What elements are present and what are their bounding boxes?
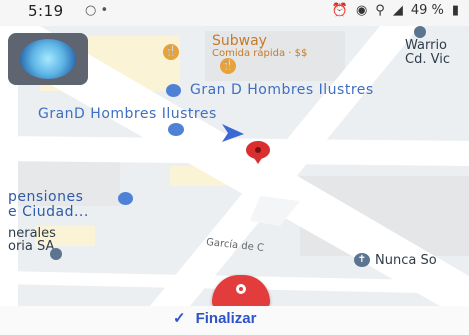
poi-grand-hombres-1[interactable]: Gran D Hombres Ilustres	[190, 82, 374, 98]
fork-knife-icon[interactable]: 🍴	[220, 58, 236, 74]
fork-knife-icon[interactable]: 🍴	[163, 44, 179, 60]
alarm-icon: ⏰	[331, 3, 348, 18]
location-icon: ◉	[355, 3, 368, 18]
notification-icons: ○ •	[85, 3, 109, 18]
status-right: ⏰ ◉ ⚲ ◢ 49 % ▮	[332, 3, 459, 18]
bus-icon[interactable]	[166, 84, 181, 97]
poi-warrior-line2: Cd. Vic	[405, 52, 450, 67]
navigation-arrow-icon	[222, 124, 244, 142]
signal-icon: ◢	[392, 3, 403, 18]
poi-warrior-line1[interactable]: Warrio	[405, 38, 447, 53]
screen: 5:19 ○ • ⏰ ◉ ⚲ ◢ 49 % ▮ Subway Comida rá…	[0, 0, 469, 335]
bus-icon[interactable]	[168, 123, 184, 136]
status-time: 5:19	[28, 2, 64, 20]
finish-label: Finalizar	[195, 309, 257, 327]
poi-pensiones-line1[interactable]: pensiones	[8, 189, 83, 205]
wifi-icon: ⚲	[375, 3, 385, 18]
location-pin-icon[interactable]	[244, 139, 272, 165]
locate-me-icon	[20, 39, 76, 79]
location-pin-icon[interactable]	[50, 248, 62, 260]
locate-me-button[interactable]	[8, 33, 88, 85]
location-pin-icon	[236, 284, 246, 294]
status-bar: 5:19 ○ • ⏰ ◉ ⚲ ◢ 49 % ▮	[0, 0, 469, 26]
poi-nunca[interactable]: Nunca So	[375, 253, 437, 268]
bus-icon[interactable]	[118, 192, 133, 205]
finish-button[interactable]: ✓ Finalizar	[173, 309, 257, 328]
cross-icon[interactable]: ✝	[354, 253, 370, 267]
checkmark-icon: ✓	[173, 310, 186, 327]
location-pin-icon[interactable]	[414, 26, 426, 38]
poi-grand-hombres-2[interactable]: GranD Hombres Ilustres	[38, 106, 217, 122]
poi-subway-name[interactable]: Subway	[212, 33, 267, 49]
battery-percent: 49 %	[410, 3, 444, 18]
poi-generales-line2: oria SA	[8, 239, 55, 254]
poi-pensiones-line2: e Ciudad...	[8, 204, 89, 220]
battery-icon: ▮	[451, 3, 459, 18]
